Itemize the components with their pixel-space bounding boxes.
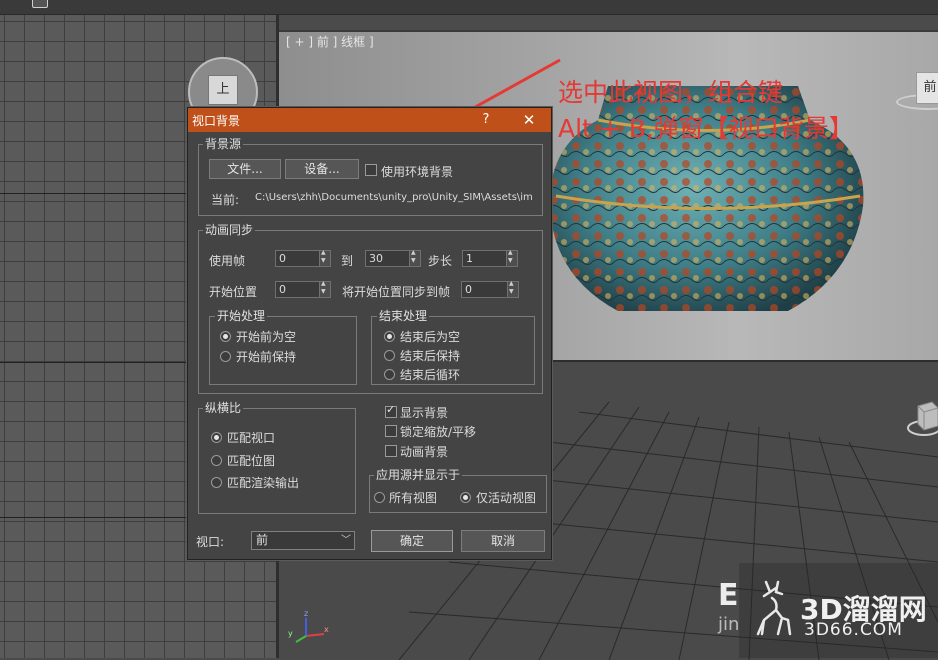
- start-processing-group: 开始处理 开始前为空 开始前保持: [209, 308, 357, 385]
- animation-sync-group: 动画同步 使用帧 0 到 30 步长 1 开始位置 0 将开始位置同步到帧 0 …: [198, 222, 543, 394]
- viewport-select-label: 视口:: [196, 535, 225, 549]
- use-environment-checkbox[interactable]: [365, 164, 377, 176]
- start-hold-radio[interactable]: [220, 351, 231, 362]
- deer-logo-icon: [756, 580, 792, 636]
- start-position-label: 开始位置: [209, 285, 258, 299]
- end-processing-group: 结束处理 结束后为空 结束后保持 结束后循环: [371, 308, 535, 385]
- help-button[interactable]: ?: [476, 110, 496, 130]
- end-hold-radio[interactable]: [384, 350, 395, 361]
- current-label: 当前:: [211, 193, 240, 207]
- end-processing-legend: 结束处理: [377, 308, 430, 324]
- match-bitmap-label: 匹配位图: [227, 454, 276, 468]
- aspect-ratio-group: 纵横比 匹配视口 匹配位图 匹配渲染输出: [198, 400, 356, 514]
- partial-watermark-text: jin: [718, 614, 740, 635]
- viewport-select[interactable]: 前 ﹀: [251, 531, 355, 550]
- active-view-only-label: 仅活动视图: [476, 491, 537, 505]
- step-label: 步长: [428, 254, 453, 268]
- to-frame-spinner[interactable]: 30: [365, 249, 421, 267]
- match-render-label: 匹配渲染输出: [227, 476, 300, 490]
- animation-sync-legend: 动画同步: [203, 222, 256, 238]
- step-spinner[interactable]: 1: [462, 249, 518, 267]
- sync-start-spinner[interactable]: 0: [461, 280, 519, 298]
- match-bitmap-radio[interactable]: [211, 455, 222, 466]
- viewcube-face-top[interactable]: 上: [208, 75, 238, 105]
- svg-text:z: z: [304, 609, 308, 618]
- apply-source-legend: 应用源并显示于: [374, 467, 463, 483]
- match-viewport-label: 匹配视口: [227, 431, 276, 445]
- top-toolbar: [0, 0, 938, 15]
- viewcube-face-front[interactable]: 前: [916, 72, 938, 104]
- files-button[interactable]: 文件...: [209, 159, 281, 179]
- use-frame-spinner[interactable]: 0: [275, 249, 331, 267]
- end-empty-radio[interactable]: [384, 331, 395, 342]
- lock-zoom-pan-label: 锁定缩放/平移: [400, 425, 477, 439]
- aspect-ratio-legend: 纵横比: [203, 400, 244, 416]
- menu-icon[interactable]: [32, 0, 48, 8]
- svg-text:x: x: [324, 625, 329, 634]
- viewport-label-menu[interactable]: [ + ] 前 ] 线框 ]: [286, 33, 374, 50]
- to-label: 到: [341, 254, 354, 268]
- background-source-group: 背景源 文件... 设备... 使用环境背景 当前: C:\Users\zhh\…: [198, 136, 543, 216]
- axis-gizmo: z y x: [288, 609, 329, 643]
- close-button[interactable]: ✕: [518, 110, 540, 130]
- annotation-line-2: Alt + B,弹窗【视口背景】: [558, 114, 854, 143]
- end-empty-label: 结束后为空: [400, 330, 461, 344]
- watermark-url: 3D66.COM: [804, 620, 903, 640]
- start-hold-label: 开始前保持: [236, 350, 297, 364]
- animate-background-checkbox[interactable]: [385, 445, 397, 457]
- match-render-radio[interactable]: [211, 477, 222, 488]
- chevron-down-icon: ﹀: [341, 535, 351, 546]
- end-loop-label: 结束后循环: [400, 368, 461, 382]
- apply-source-group: 应用源并显示于 所有视图 仅活动视图: [369, 467, 547, 513]
- active-view-only-radio[interactable]: [460, 492, 471, 503]
- start-processing-legend: 开始处理: [215, 308, 268, 324]
- cancel-button[interactable]: 取消: [461, 530, 545, 552]
- start-empty-radio[interactable]: [220, 331, 231, 342]
- svg-text:y: y: [288, 629, 293, 638]
- use-environment-label: 使用环境背景: [381, 165, 454, 179]
- sync-start-label: 将开始位置同步到帧: [342, 285, 451, 299]
- match-viewport-radio[interactable]: [211, 432, 222, 443]
- animate-background-label: 动画背景: [400, 445, 449, 459]
- all-views-radio[interactable]: [374, 492, 385, 503]
- dialog-title: 视口背景: [192, 114, 241, 128]
- dialog-titlebar[interactable]: 视口背景 ? ✕: [188, 108, 551, 132]
- partial-watermark-letter: E: [718, 578, 739, 613]
- show-background-label: 显示背景: [400, 406, 449, 420]
- devices-button[interactable]: 设备...: [285, 159, 359, 179]
- all-views-label: 所有视图: [389, 491, 438, 505]
- current-path: C:\Users\zhh\Documents\unity_pro\Unity_S…: [255, 192, 533, 203]
- show-background-checkbox[interactable]: [385, 403, 397, 418]
- ok-button[interactable]: 确定: [371, 530, 453, 552]
- perspective-viewcube[interactable]: [906, 400, 938, 440]
- start-empty-label: 开始前为空: [236, 330, 297, 344]
- annotation-line-1: 选中此视图，组合键: [558, 78, 784, 107]
- lock-zoom-pan-checkbox[interactable]: [385, 425, 397, 437]
- end-loop-radio[interactable]: [384, 369, 395, 380]
- use-frame-label: 使用帧: [209, 254, 246, 268]
- background-source-legend: 背景源: [203, 136, 244, 152]
- start-position-spinner[interactable]: 0: [275, 280, 331, 298]
- viewport-background-dialog: 视口背景 ? ✕ 背景源 文件... 设备... 使用环境背景 当前: C:\U…: [187, 107, 552, 560]
- end-hold-label: 结束后保持: [400, 349, 461, 363]
